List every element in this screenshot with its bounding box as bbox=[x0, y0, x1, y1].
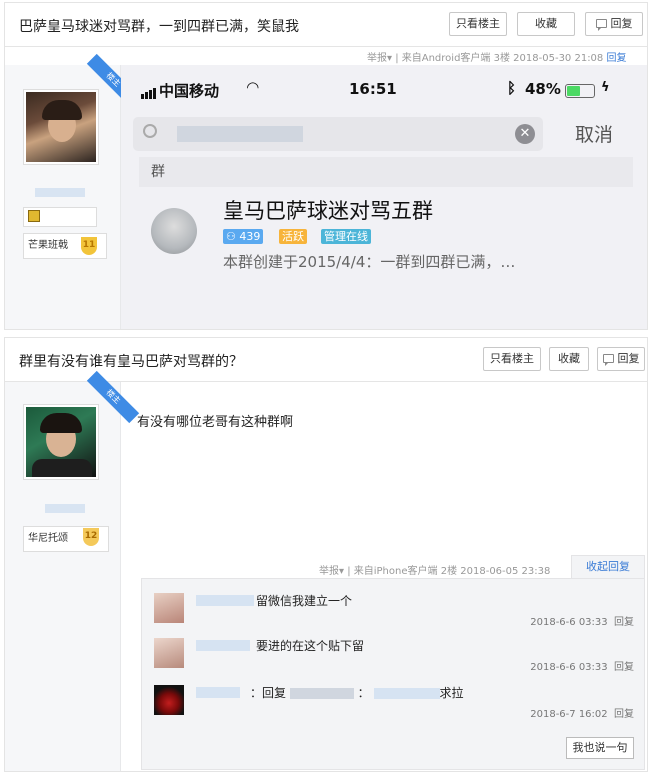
clock: 16:51 bbox=[349, 80, 397, 98]
list-item: 留微信我建立一个 2018-6-6 03:33 回复 bbox=[154, 591, 634, 635]
reply-meta: 2018-6-7 16:02 回复 bbox=[530, 705, 634, 720]
reply-author-blurred[interactable] bbox=[196, 640, 250, 651]
group-description: 本群创建于2015/4/4：一群到四群已满，… bbox=[223, 253, 516, 271]
reply-time: 2018-6-7 16:02 bbox=[530, 709, 608, 720]
medal-box bbox=[23, 207, 97, 227]
group-name[interactable]: 皇马巴萨球迷对骂五群 bbox=[223, 195, 433, 225]
floor-number: 3楼 bbox=[493, 53, 510, 64]
member-count: 439 bbox=[239, 230, 261, 243]
post-time: 2018-06-05 23:38 bbox=[460, 566, 551, 577]
reply-action[interactable]: 回复 bbox=[614, 709, 634, 720]
carrier: 中国移动 bbox=[159, 82, 220, 100]
admin-online-tag: 管理在线 bbox=[321, 229, 371, 244]
search-bar[interactable]: ✕ bbox=[133, 117, 543, 151]
level-name: 华尼托颂 bbox=[28, 533, 68, 544]
floor-number: 2楼 bbox=[440, 566, 458, 577]
search-icon bbox=[143, 124, 157, 138]
post-panel-1: 巴萨皇马球迷对骂群，一到四群已满，笑鼠我 只看楼主 收藏 回复 举报▾ | 来自… bbox=[4, 2, 648, 330]
avatar[interactable] bbox=[154, 638, 184, 668]
bluetooth-icon: ᛒ bbox=[507, 79, 517, 97]
reply-button-label: 回复 bbox=[610, 17, 633, 30]
reply-text: 留微信我建立一个 bbox=[256, 594, 353, 608]
comment-icon bbox=[595, 19, 607, 31]
thread-title: 巴萨皇马球迷对骂群，一到四群已满，笑鼠我 bbox=[19, 19, 299, 35]
reply-suffix: 求拉 bbox=[439, 686, 464, 700]
reply-meta: 2018-6-6 03:33 回复 bbox=[530, 658, 634, 673]
reply-action[interactable]: 回复 bbox=[614, 662, 634, 673]
reply-text: ：回复 ： 求拉 bbox=[250, 684, 464, 701]
report-link[interactable]: 举报 bbox=[319, 566, 339, 577]
charging-icon: ϟ bbox=[601, 80, 610, 95]
post-meta: 举报▾ | 来自iPhone客户端 2楼 2018-06-05 23:38 bbox=[319, 562, 550, 577]
chevron-down-icon: ▾ bbox=[339, 566, 348, 577]
content-blurred bbox=[373, 688, 440, 699]
reply-button[interactable]: 回复 bbox=[585, 12, 643, 36]
reply-author-blurred[interactable] bbox=[196, 687, 240, 698]
post-meta: 举报▾ | 来自Android客户端 3楼 2018-05-30 21:08 回… bbox=[367, 49, 626, 64]
client-source: | 来自Android客户端 bbox=[395, 53, 491, 64]
avatar[interactable] bbox=[154, 685, 184, 715]
embedded-screenshot: 中国移动 ◠ 16:51 ᛒ 48% ϟ ✕ 取消 群 皇马巴萨球迷对骂五群 ⚇… bbox=[121, 65, 647, 329]
only-host-button[interactable]: 只看楼主 bbox=[449, 12, 507, 36]
avatar-image bbox=[26, 407, 96, 477]
reply-text: 要进的在这个贴下留 bbox=[256, 639, 365, 653]
client-source: | 来自iPhone客户端 bbox=[347, 566, 438, 577]
report-link[interactable]: 举报 bbox=[367, 53, 387, 64]
reply-button[interactable]: 回复 bbox=[597, 347, 645, 371]
level-name: 芒果班戟 bbox=[28, 240, 68, 251]
post-body: 有没有哪位老哥有这种群啊 bbox=[137, 415, 294, 430]
favorite-button[interactable]: 收藏 bbox=[549, 347, 589, 371]
reply-time: 2018-6-6 03:33 bbox=[530, 617, 608, 628]
active-tag: 活跃 bbox=[279, 229, 307, 244]
medal-icon bbox=[28, 210, 40, 222]
thread-title: 群里有没有谁有皇马巴萨对骂群的？ bbox=[19, 354, 243, 370]
reply-action[interactable]: 回复 bbox=[614, 617, 634, 628]
reply-author-blurred[interactable] bbox=[196, 595, 254, 606]
level-badge: 12 bbox=[83, 528, 99, 546]
comment-icon bbox=[602, 354, 614, 366]
avatar[interactable] bbox=[23, 404, 99, 480]
reply-time: 2018-6-6 03:33 bbox=[530, 662, 608, 673]
say-something-button[interactable]: 我也说一句 bbox=[566, 737, 634, 759]
level-badge: 11 bbox=[81, 237, 97, 255]
battery-icon bbox=[565, 84, 595, 98]
reply-meta: 2018-6-6 03:33 回复 bbox=[530, 613, 634, 628]
reply-list: 留微信我建立一个 2018-6-6 03:33 回复 要进的在这个贴下留 201… bbox=[141, 578, 645, 770]
post-time: 2018-05-30 21:08 bbox=[513, 53, 604, 64]
reply-link[interactable]: 回复 bbox=[606, 53, 626, 64]
avatar-image bbox=[26, 92, 96, 162]
list-item: 要进的在这个贴下留 2018-6-6 03:33 回复 bbox=[154, 636, 634, 680]
status-bar: 中国移动 ◠ 16:51 ᛒ 48% ϟ bbox=[139, 78, 629, 103]
favorite-button[interactable]: 收藏 bbox=[517, 12, 575, 36]
reply-prefix: ：回复 bbox=[250, 686, 287, 700]
reply-button-label: 回复 bbox=[617, 352, 640, 365]
mention-blurred[interactable] bbox=[289, 688, 354, 699]
only-host-button[interactable]: 只看楼主 bbox=[483, 347, 541, 371]
thread-header: 巴萨皇马球迷对骂群，一到四群已满，笑鼠我 只看楼主 收藏 回复 bbox=[5, 3, 647, 47]
author-column: 楼主 芒果班戟 11 bbox=[5, 53, 140, 329]
chevron-down-icon: ▾ bbox=[387, 53, 396, 64]
clear-icon[interactable]: ✕ bbox=[515, 124, 535, 144]
list-item: ：回复 ： 求拉 2018-6-7 16:02 回复 bbox=[154, 683, 634, 727]
author-column: 楼主 华尼托颂 12 bbox=[5, 370, 140, 771]
avatar[interactable] bbox=[23, 89, 99, 165]
username-blurred[interactable] bbox=[35, 188, 85, 197]
battery-percent: 48% bbox=[525, 80, 561, 98]
reply-separator: ： bbox=[357, 686, 370, 700]
username-blurred[interactable] bbox=[45, 504, 85, 513]
section-header: 群 bbox=[139, 157, 633, 187]
member-count-tag: ⚇ 439 bbox=[223, 229, 264, 244]
wifi-icon: ◠ bbox=[247, 78, 259, 96]
post-panel-2: 群里有没有谁有皇马巴萨对骂群的？ 只看楼主 收藏 回复 楼主 华尼托颂 12 有… bbox=[4, 337, 648, 772]
group-avatar bbox=[151, 208, 197, 254]
collapse-replies-button[interactable]: 收起回复 bbox=[571, 555, 645, 579]
signal-icon bbox=[141, 85, 156, 103]
search-query-blurred bbox=[177, 126, 303, 142]
avatar[interactable] bbox=[154, 593, 184, 623]
cancel-button[interactable]: 取消 bbox=[575, 120, 613, 147]
